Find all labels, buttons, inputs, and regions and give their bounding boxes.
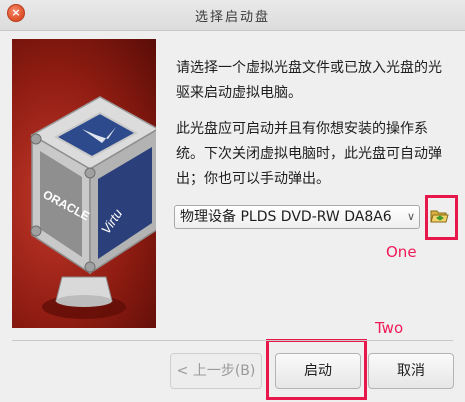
folder-open-icon: [430, 210, 449, 223]
virtualbox-banner: ORACLE Virtu: [12, 39, 156, 328]
cancel-button[interactable]: 取消: [368, 353, 454, 389]
boot-disk-note: 此光盘应可启动并且有你想安装的操作系统。下次关闭虚拟电脑时，此光盘可自动弹出；你…: [176, 121, 442, 187]
annotation-label-two: Two: [375, 319, 404, 337]
virtualbox-logo-image: ORACLE Virtu: [30, 96, 156, 319]
instruction-text: 请选择一个虚拟光盘文件或已放入光盘的光驱来启动虚拟电脑。: [176, 60, 442, 101]
chevron-down-icon: ∨: [406, 210, 415, 223]
optical-drive-select[interactable]: 物理设备 PLDS DVD-RW DA8A6 ∨: [174, 205, 420, 229]
button-divider: [12, 340, 453, 341]
title-bar: × 选择启动盘: [0, 0, 465, 31]
optical-drive-selected-value: 物理设备 PLDS DVD-RW DA8A6: [180, 209, 392, 225]
window-title: 选择启动盘: [194, 10, 270, 25]
start-button[interactable]: 启动: [275, 353, 361, 389]
annotation-label-one: One: [386, 243, 417, 261]
back-button[interactable]: < 上一步(B): [170, 353, 262, 389]
browse-disk-file-button[interactable]: [429, 206, 449, 226]
